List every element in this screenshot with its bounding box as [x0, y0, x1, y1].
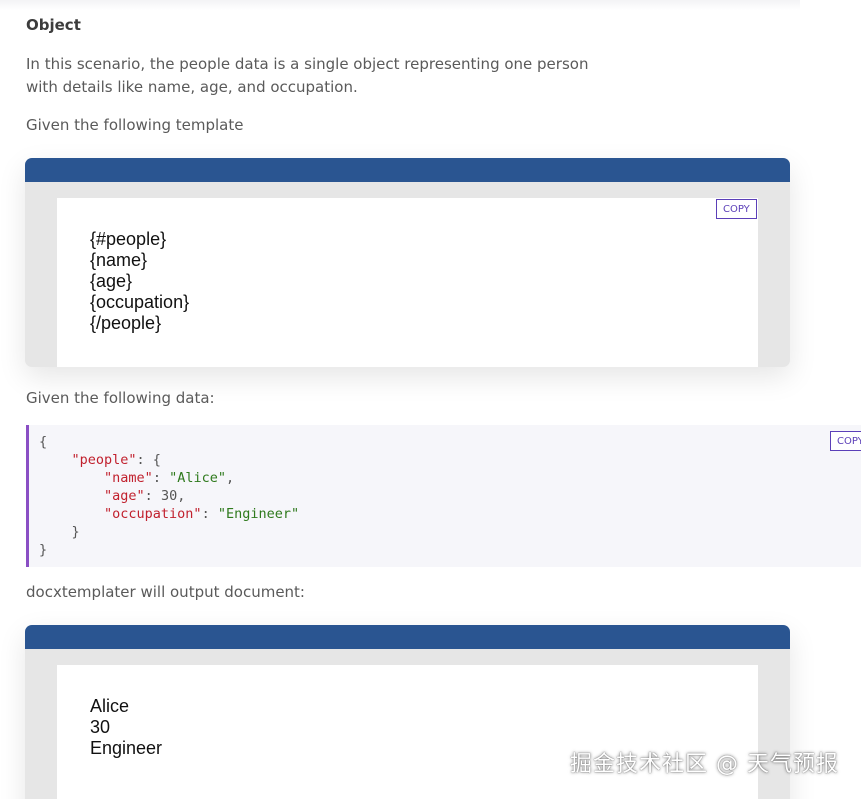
json-code-block: COPY { "people": { "name": "Alice", "age…	[26, 425, 861, 567]
document-header-bar	[25, 625, 790, 649]
json-code: { "people": { "name": "Alice", "age": 30…	[39, 434, 300, 558]
template-line: {#people}	[90, 229, 167, 249]
watermark: 掘金技术社区 @ 天气预报	[570, 752, 839, 777]
template-line: {name}	[90, 250, 148, 270]
output-document-text: Alice 30 Engineer	[90, 696, 162, 759]
copy-json-button[interactable]: COPY	[830, 431, 861, 451]
template-line: {/people}	[90, 313, 162, 333]
template-line: {age}	[90, 271, 133, 291]
output-label: docxtemplater will output document:	[26, 583, 305, 601]
page: Object In this scenario, the people data…	[0, 0, 861, 799]
output-line: 30	[90, 717, 111, 737]
template-line: {occupation}	[90, 292, 190, 312]
output-document-page: Alice 30 Engineer	[57, 665, 758, 799]
template-document-text: {#people} {name} {age} {occupation} {/people…	[90, 229, 189, 334]
intro-paragraph-line-2: with details like name, age, and occupat…	[26, 78, 358, 96]
data-label: Given the following data:	[26, 389, 215, 407]
output-line: Engineer	[90, 738, 163, 758]
template-label: Given the following template	[26, 116, 244, 134]
template-document-preview: COPY {#people} {name} {age} {occupation} {/p…	[25, 158, 790, 367]
document-header-bar	[25, 158, 790, 182]
copy-template-button[interactable]: COPY	[716, 199, 757, 219]
template-document-page: COPY {#people} {name} {age} {occupation} {/p…	[57, 198, 758, 367]
top-shadow	[0, 0, 800, 10]
section-heading: Object	[26, 16, 81, 34]
intro-paragraph-line-1: In this scenario, the people data is a s…	[26, 55, 589, 73]
output-line: Alice	[90, 696, 130, 716]
